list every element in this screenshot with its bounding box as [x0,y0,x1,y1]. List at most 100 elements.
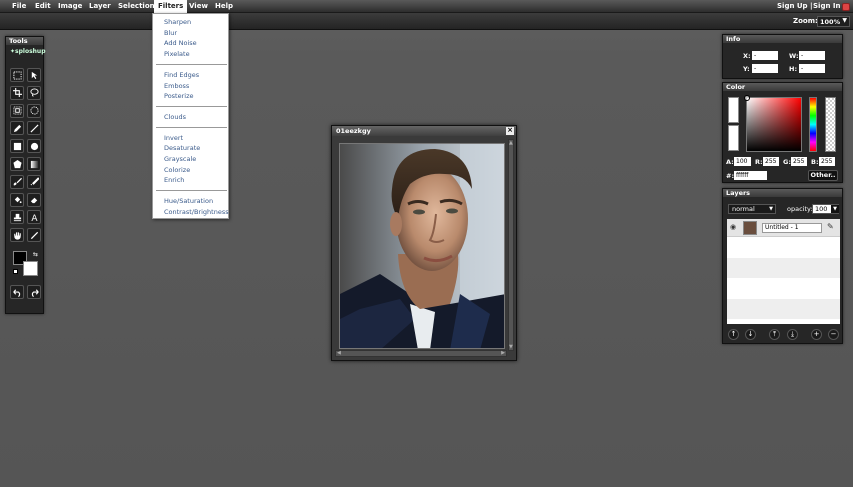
hex-field[interactable]: ffffff [734,171,767,180]
close-icon[interactable]: × [506,127,514,135]
layers-panel-title: Layers [723,189,842,197]
layers-list: ◉ Untitled - 1 ✎ [727,219,840,324]
tool-stamp-button[interactable] [10,210,24,225]
tool-lasso-button[interactable] [27,85,41,100]
tool-pencil-button[interactable] [10,121,24,136]
menu-view[interactable]: View [189,2,208,10]
swap-colors-icon[interactable]: ⇆ [33,251,38,258]
menu-file[interactable]: File [12,2,26,10]
close-app-button[interactable] [842,3,850,11]
tool-text-button[interactable]: A [27,210,41,225]
filter-add-noise[interactable]: Add Noise [164,39,197,47]
reset-colors-icon[interactable] [13,269,18,274]
tool-fill-button[interactable] [10,192,24,207]
undo-button[interactable] [10,285,24,299]
alpha-field[interactable]: 100 [734,157,751,166]
red-field[interactable]: 255 [763,157,779,166]
add-layer-button[interactable]: + [811,329,822,340]
scroll-up-icon[interactable]: ▲ [509,140,513,146]
tools-panel: Tools ✦sploshup A ⇆ [5,36,46,314]
image-window-title[interactable]: 01eezkgy [332,126,516,136]
filter-clouds[interactable]: Clouds [164,113,186,121]
sploshup-logo: ✦sploshup [10,48,46,55]
zoom-select[interactable]: 100% ▼ [817,16,850,27]
crop-icon [12,88,22,98]
redo-button[interactable] [27,285,41,299]
tool-airbrush-button[interactable] [27,174,41,189]
hex-label: #: [726,172,735,180]
filter-blur[interactable]: Blur [164,29,177,37]
marquee-icon [12,70,22,80]
tool-eraser-button[interactable] [27,192,41,207]
horizontal-scrollbar[interactable]: ◀ ▶ [335,350,507,357]
tool-line-button[interactable] [27,121,41,136]
tool-rectangle-button[interactable] [10,139,24,154]
info-panel-title: Info [723,35,842,43]
menu-edit[interactable]: Edit [35,2,51,10]
filter-sharpen[interactable]: Sharpen [164,18,191,26]
move-layer-down-button[interactable]: ↓ [745,329,756,340]
brush-icon [13,178,22,186]
scroll-down-icon[interactable]: ▼ [509,344,513,350]
vertical-scrollbar[interactable]: ▲ ▼ [508,139,514,351]
menu-filters[interactable]: Filters [154,0,188,13]
scroll-left-icon[interactable]: ◀ [337,350,341,356]
delete-layer-button[interactable]: − [828,329,839,340]
menu-image[interactable]: Image [58,2,82,10]
filter-grayscale[interactable]: Grayscale [164,155,196,163]
blue-field[interactable]: 255 [819,157,835,166]
picker-cursor-icon [744,95,750,101]
layer-row[interactable]: ◉ Untitled - 1 ✎ [727,219,840,237]
lasso-icon [29,88,39,97]
hue-slider[interactable] [809,97,817,152]
filter-enrich[interactable]: Enrich [164,176,184,184]
tool-gradient-button[interactable] [27,157,41,171]
filter-desaturate[interactable]: Desaturate [164,144,200,152]
eye-icon[interactable]: ◉ [730,223,736,231]
alpha-slider[interactable] [825,97,836,152]
tool-eyedropper-button[interactable] [27,228,41,243]
color-panel: Color A: 100 R: 255 G: 255 B: 255 #: fff… [722,82,843,183]
sign-up-link[interactable]: Sign Up | [777,2,813,10]
filter-contrast-brightness[interactable]: Contrast/Brightness [164,208,229,216]
chevron-down-icon: ▼ [831,205,839,213]
tool-polygon-button[interactable] [10,157,24,171]
menu-layer[interactable]: Layer [89,2,111,10]
menu-selection[interactable]: Selection [118,2,155,10]
filter-colorize[interactable]: Colorize [164,166,190,174]
tool-ellipse-select-button[interactable] [27,103,41,118]
filter-invert[interactable]: Invert [164,134,183,142]
green-field[interactable]: 255 [791,157,807,166]
tool-hand-button[interactable] [10,228,24,243]
layer-settings-icon[interactable]: ✎ [827,222,834,231]
opacity-select[interactable]: 100 ▼ [812,204,839,214]
chevron-down-icon: ▼ [842,17,847,24]
filters-dropdown-menu: Sharpen Blur Add Noise Pixelate Find Edges Em… [152,13,229,219]
saturation-brightness-picker[interactable] [744,95,802,152]
layer-to-top-button[interactable]: ⤒ [769,329,780,340]
blend-mode-select[interactable]: normal ▼ [728,204,776,214]
other-colors-button[interactable]: Other.. [808,170,838,181]
filter-posterize[interactable]: Posterize [164,92,194,100]
filter-emboss[interactable]: Emboss [164,82,189,90]
tool-rect-select-button[interactable] [10,103,24,118]
filter-pixelate[interactable]: Pixelate [164,50,190,58]
image-window[interactable]: 01eezkgy × ▲ ▼ ◀ ▶ [331,125,517,361]
sign-in-link[interactable]: Sign In [813,2,840,10]
tool-crop-button[interactable] [10,85,24,100]
tool-brush-button[interactable] [10,174,24,189]
background-color-swatch[interactable] [23,261,38,276]
tool-marquee-button[interactable] [10,68,24,82]
menu-help[interactable]: Help [215,2,233,10]
layer-name-field[interactable]: Untitled - 1 [762,223,822,233]
tool-ellipse-button[interactable] [27,139,41,154]
move-layer-up-button[interactable]: ↑ [728,329,739,340]
ellipse-icon [30,142,38,150]
filter-find-edges[interactable]: Find Edges [164,71,199,79]
canvas-photo[interactable] [339,143,505,349]
filter-hue-saturation[interactable]: Hue/Saturation [164,197,213,205]
layer-to-bottom-button[interactable]: ⤓ [787,329,798,340]
menu-separator [156,63,227,65]
scroll-right-icon[interactable]: ▶ [501,350,505,356]
tool-pointer-button[interactable] [27,68,41,82]
